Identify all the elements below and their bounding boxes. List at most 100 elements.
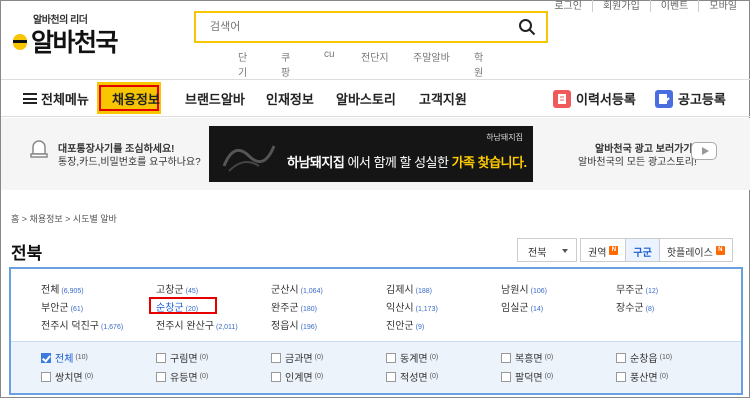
ad-promo-text: 알바천국의 모든 광고스토리! (578, 157, 697, 168)
tab-district[interactable]: 구군 (626, 238, 660, 262)
login-link[interactable]: 로그인 (554, 0, 582, 12)
subregion-item[interactable]: 동계면 (0) (386, 350, 501, 365)
play-icon[interactable] (691, 142, 717, 160)
region-item[interactable]: 진안군 (9) (386, 317, 501, 332)
subregion-item[interactable]: 적성면 (0) (386, 369, 501, 384)
ad-banner[interactable]: 하남돼지집 하남돼지집 에서 함께 할 성실한 가족 찾습니다. (209, 126, 533, 182)
signup-link[interactable]: 회원가입 (591, 0, 640, 12)
subregion-item[interactable]: 금과면 (0) (271, 350, 386, 365)
all-menu-button[interactable]: 전체메뉴 (23, 89, 89, 108)
tab-label: 구군 (633, 248, 652, 259)
subregion-checkbox[interactable] (616, 352, 626, 363)
event-link[interactable]: 이벤트 (649, 0, 688, 12)
subregion-checkbox[interactable] (501, 371, 511, 382)
nav-item-brand[interactable]: 브랜드알바 (185, 89, 245, 108)
subregion-item[interactable]: 전체 (10) (41, 350, 156, 365)
subregion-item[interactable]: 구림면 (0) (156, 350, 271, 365)
post-icon (655, 89, 673, 108)
keyword-link[interactable]: 학원 (474, 49, 483, 79)
keyword-link[interactable]: 주말알바 (413, 49, 450, 64)
subregion-item[interactable]: 풍산면 (0) (616, 369, 731, 384)
subregion-item[interactable]: 복흥면 (0) (501, 350, 616, 365)
region-item[interactable]: 장수군 (8) (616, 299, 731, 314)
region-item[interactable]: 무주군 (12) (616, 281, 731, 296)
region-item[interactable]: 김제시 (188) (386, 281, 501, 296)
all-menu-label: 전체메뉴 (41, 92, 89, 107)
region-item[interactable]: 임실군 (14) (501, 299, 616, 314)
nav-item-story[interactable]: 알바스토리 (336, 89, 396, 108)
region-count: (6,905) (61, 288, 84, 295)
resume-register-label: 이력서등록 (576, 92, 636, 107)
subregion-item[interactable]: 순창읍 (10) (616, 350, 731, 365)
search-icon[interactable] (518, 18, 536, 36)
site-logo[interactable]: 알바천의 리더 알바천국 (11, 9, 161, 59)
subregion-count: (0) (429, 373, 439, 380)
region-count: (61) (70, 306, 84, 313)
region-item[interactable]: 남원시 (106) (501, 281, 616, 296)
region-name: 김제시 (386, 285, 414, 296)
region-count: (106) (530, 288, 547, 295)
subregion-checkbox[interactable] (386, 371, 396, 382)
region-item[interactable]: 전주시 완산구 (2,011) (156, 317, 271, 332)
region-item[interactable]: 완주군 (180) (271, 299, 386, 314)
search-box (194, 11, 548, 43)
region-item[interactable]: 익산시 (1,173) (386, 299, 501, 314)
hamburger-icon (23, 93, 37, 104)
subregion-item[interactable]: 유등면 (0) (156, 369, 271, 384)
region-select[interactable]: 전북 (517, 238, 577, 262)
subregion-count: (0) (314, 354, 324, 361)
subregion-item[interactable]: 인계면 (0) (271, 369, 386, 384)
top-util-links: 로그인 회원가입 이벤트 모바일 (554, 0, 737, 12)
region-item[interactable]: 정읍시 (196) (271, 317, 386, 332)
subregion-name: 쌍치면 (55, 373, 83, 384)
subregion-checkbox[interactable] (271, 352, 281, 363)
subregion-checkbox[interactable] (41, 352, 51, 363)
region-name: 고창군 (156, 285, 184, 296)
region-name: 남원시 (501, 285, 529, 296)
region-item[interactable]: 전체 (6,905) (41, 281, 156, 296)
region-name: 전주시 완산구 (156, 321, 214, 332)
breadcrumb: 홈 > 채용정보 > 시도별 알바 (11, 214, 117, 224)
subregion-item[interactable]: 팔덕면 (0) (501, 369, 616, 384)
subregion-name: 금과면 (285, 354, 313, 365)
main-nav: 전체메뉴 채용정보 브랜드알바 인재정보 알바스토리 고객지원 이력서등록 공고… (1, 79, 750, 117)
tab-area[interactable]: 권역 N (580, 238, 627, 262)
subregion-count: (0) (429, 354, 439, 361)
keyword-link[interactable]: 전단지 (361, 49, 389, 64)
region-item[interactable]: 고창군 (45) (156, 281, 271, 296)
region-item[interactable]: 전주시 덕진구 (1,676) (41, 317, 156, 332)
region-name: 완주군 (271, 303, 299, 314)
region-item[interactable]: 군산시 (1,064) (271, 281, 386, 296)
subregion-checkbox[interactable] (616, 371, 626, 382)
subregion-checkbox[interactable] (501, 352, 511, 363)
ad-headline-a: 하남돼지집 (287, 155, 345, 170)
search-input[interactable] (196, 13, 496, 41)
subregion-name: 풍산면 (630, 373, 658, 384)
mobile-link[interactable]: 모바일 (698, 0, 737, 12)
nav-item-talent[interactable]: 인재정보 (266, 89, 314, 108)
ad-illustration-icon (222, 145, 276, 172)
nav-item-support[interactable]: 고객지원 (419, 89, 467, 108)
nav-item-jobs[interactable]: 채용정보 (112, 89, 160, 108)
keyword-link[interactable]: 쿠팡 (281, 49, 290, 79)
subregion-checkbox[interactable] (156, 352, 166, 363)
keyword-link[interactable]: cu (324, 49, 335, 60)
logo-name: 알바천국 (31, 29, 119, 57)
resume-icon (553, 89, 571, 108)
resume-register-button[interactable]: 이력서등록 (553, 89, 636, 108)
ad-headline-b: 에서 함께 할 성실한 (347, 155, 449, 170)
job-post-button[interactable]: 공고등록 (655, 89, 726, 108)
keyword-link[interactable]: 단기 (238, 49, 247, 79)
subregion-name: 적성면 (400, 373, 428, 384)
subregion-checkbox[interactable] (271, 371, 281, 382)
region-item[interactable]: 부안군 (61) (41, 299, 156, 314)
fraud-warning-text: 통장,카드,비밀번호를 요구하나요? (58, 157, 201, 168)
tab-hotplace[interactable]: 핫플레이스 N (659, 238, 733, 262)
subregion-count: (0) (84, 373, 94, 380)
subregion-checkbox[interactable] (386, 352, 396, 363)
subregion-checkbox[interactable] (156, 371, 166, 382)
region-name: 장수군 (616, 303, 644, 314)
subregion-checkbox[interactable] (41, 371, 51, 382)
subregion-name: 복흥면 (515, 354, 543, 365)
subregion-item[interactable]: 쌍치면 (0) (41, 369, 156, 384)
